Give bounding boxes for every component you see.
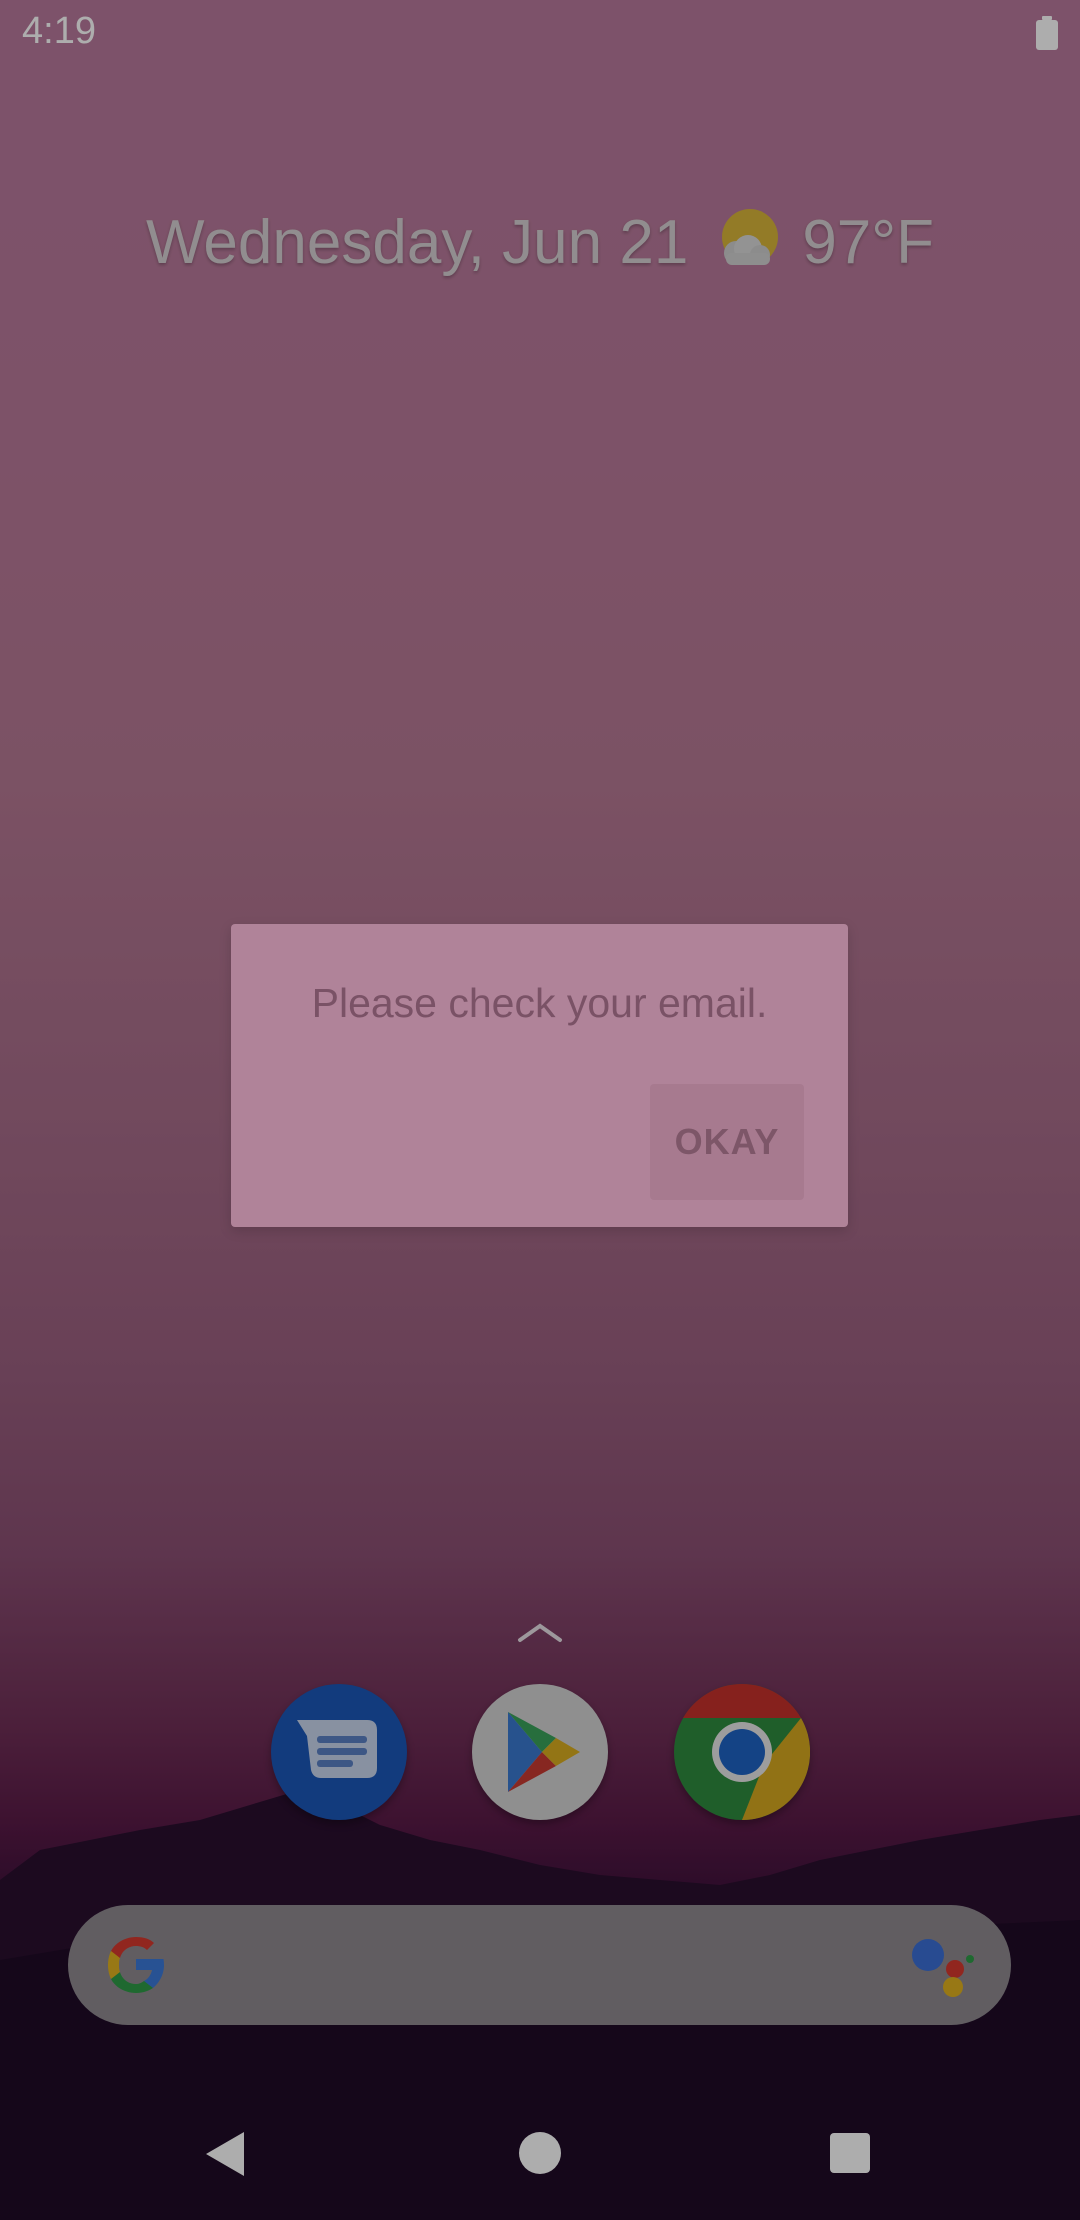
dialog-message: Please check your email. — [311, 980, 768, 1026]
alert-dialog: Please check your email. OKAY — [231, 924, 848, 1227]
okay-button[interactable]: OKAY — [650, 1084, 804, 1200]
home-screen: 4:19 Wednesday, Jun 21 97°F Please check… — [0, 0, 1080, 2220]
